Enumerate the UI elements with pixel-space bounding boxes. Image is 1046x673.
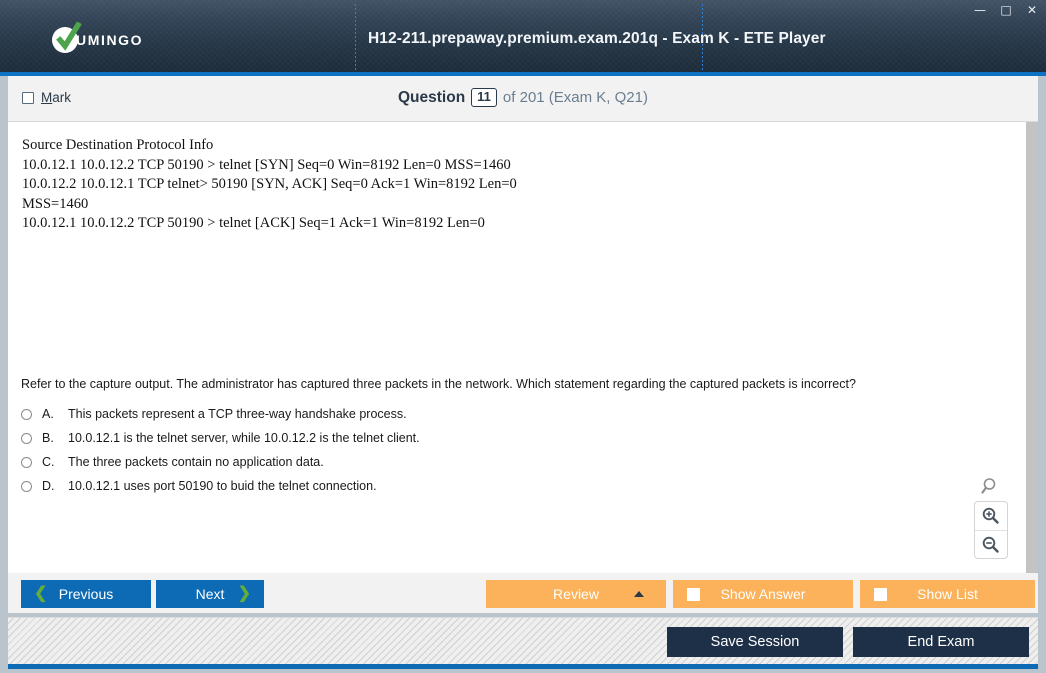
option-text-b: 10.0.12.1 is the telnet server, while 10… [68,431,420,445]
close-button[interactable]: ✕ [1024,2,1040,18]
radio-option-a[interactable] [21,409,32,420]
option-text-c: The three packets contain no application… [68,455,324,469]
chevron-left-icon: ❮ [34,585,48,602]
minimize-button[interactable]: — [972,2,988,18]
question-counter: Question 11 of 201 (Exam K, Q21) [8,88,1038,107]
magnifier-icon[interactable] [974,473,1008,501]
chevron-right-icon: ❯ [237,585,251,602]
answer-options-list: A. This packets represent a TCP three-wa… [21,406,921,502]
question-total-text: of 201 (Exam K, Q21) [502,89,648,106]
maximize-button[interactable]: □ [998,2,1014,18]
next-button-label: Next [195,586,225,602]
show-list-label: Show List [917,586,978,602]
action-button-bar: ❮ Previous Next ❯ Review Show Answer Sho… [8,573,1038,613]
status-bar: Save Session End Exam [8,617,1038,669]
zoom-out-button[interactable] [975,530,1007,558]
answer-option-c[interactable]: C. The three packets contain no applicat… [21,454,921,478]
question-word: Question [398,88,466,106]
window-controls: — □ ✕ [972,2,1040,18]
green-check-icon [56,22,82,51]
logo-wordmark: UMINGO [76,32,144,48]
logo-check-badge-icon [52,22,82,53]
question-number-field[interactable]: 11 [471,88,497,107]
review-button[interactable]: Review [486,580,666,608]
save-session-label: Save Session [710,634,800,650]
zoom-tool-cluster [974,473,1008,559]
radio-option-d[interactable] [21,481,32,492]
show-answer-checkbox[interactable] [687,588,700,601]
packet-capture-output: Source Destination Protocol Info 10.0.12… [22,137,517,232]
zoom-buttons-box [974,501,1008,559]
title-bar: UMINGO H12-211.prepaway.premium.exam.201… [0,0,1046,76]
status-accent-line [8,664,1038,669]
magnifier-plus-icon [982,507,999,524]
zoom-in-button[interactable] [975,502,1007,530]
magnifier-minus-icon [982,536,999,553]
radio-option-b[interactable] [21,433,32,444]
show-list-button[interactable]: Show List [860,580,1035,608]
option-letter-c: C. [42,455,55,469]
radio-option-c[interactable] [21,457,32,468]
vumingo-logo: UMINGO [52,22,144,53]
question-info-bar: Mark Question 11 of 201 (Exam K, Q21) [8,76,1038,122]
answer-option-b[interactable]: B. 10.0.12.1 is the telnet server, while… [21,430,921,454]
question-content-panel: Source Destination Protocol Info 10.0.12… [8,122,1026,573]
answer-option-d[interactable]: D. 10.0.12.1 uses port 50190 to buid the… [21,478,921,502]
previous-button-label: Previous [58,586,114,602]
option-text-d: 10.0.12.1 uses port 50190 to buid the te… [68,479,377,493]
answer-option-a[interactable]: A. This packets represent a TCP three-wa… [21,406,921,430]
end-exam-button[interactable]: End Exam [853,627,1029,657]
chevron-up-icon [634,591,644,597]
show-answer-button[interactable]: Show Answer [673,580,853,608]
option-letter-a: A. [42,407,54,421]
window-title: H12-211.prepaway.premium.exam.201q - Exa… [368,30,826,47]
ete-player-window: UMINGO H12-211.prepaway.premium.exam.201… [0,0,1046,673]
previous-button[interactable]: ❮ Previous [21,580,151,608]
show-list-checkbox[interactable] [874,588,887,601]
option-text-a: This packets represent a TCP three-way h… [68,407,407,421]
save-session-button[interactable]: Save Session [667,627,843,657]
review-button-label: Review [553,586,599,602]
header-divider-left [355,4,356,72]
option-letter-b: B. [42,431,54,445]
question-stem: Refer to the capture output. The adminis… [21,377,856,391]
option-letter-d: D. [42,479,55,493]
vertical-scrollbar[interactable] [1026,122,1038,573]
next-button[interactable]: Next ❯ [156,580,264,608]
end-exam-label: End Exam [907,634,975,650]
show-answer-label: Show Answer [720,586,806,602]
